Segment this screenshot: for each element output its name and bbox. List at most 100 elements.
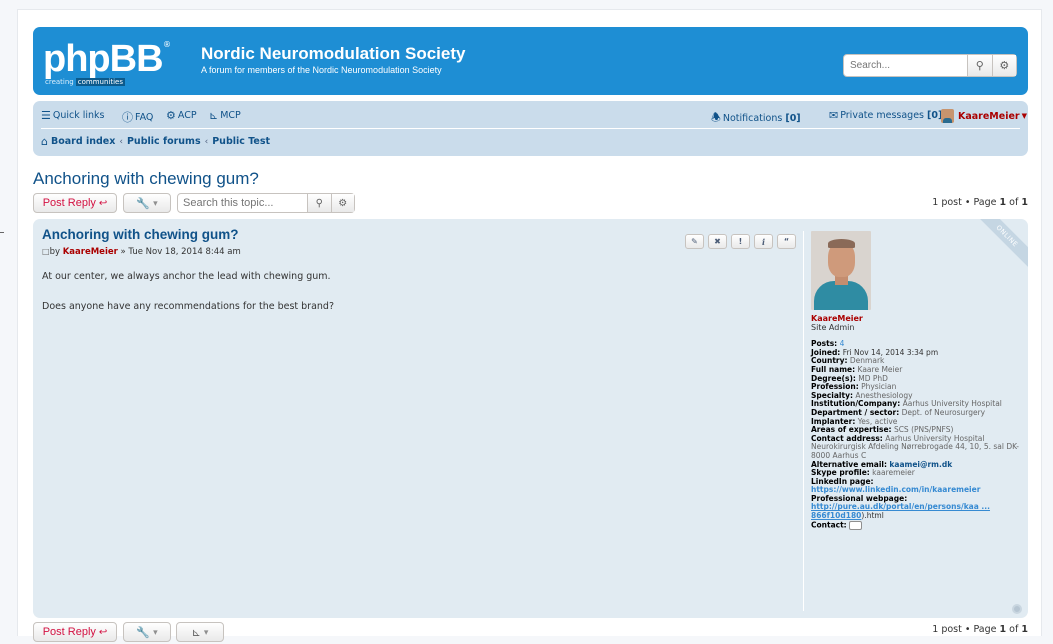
navbar-top: ☰ Quick links ⓘ FAQ ⚙ ACP ⊾ MCP 🕭 Notifi… — [41, 109, 1027, 128]
post-reply-label: Post Reply — [42, 626, 96, 638]
quick-links-menu[interactable]: ☰ Quick links — [41, 109, 105, 122]
mcp-link[interactable]: ⊾ MCP — [209, 109, 241, 122]
profile-field-value: Dept. of Neurosurgery — [901, 407, 986, 417]
post-author-name[interactable]: KaareMeier — [63, 247, 118, 257]
profile-webpage-link[interactable]: http://pure.au.dk/portal/en/persons/kaa … — [811, 502, 990, 520]
profile-rank: Site Admin — [811, 322, 855, 332]
advanced-search-button[interactable]: ⚙ — [991, 55, 1016, 76]
info-icon: i — [761, 236, 766, 247]
avatar-shirt — [814, 281, 868, 310]
notifications-count: [0] — [785, 113, 801, 124]
quick-links-label: Quick links — [52, 110, 105, 121]
post-reply-label: Post Reply — [42, 197, 96, 209]
topic-tools-button[interactable]: 🔧 ▾ — [123, 193, 171, 213]
post-author-line: □by KaareMeier » Tue Nov 18, 2014 8:44 a… — [42, 247, 241, 257]
logo-text: phpBB — [43, 38, 164, 80]
nav-username: KaareMeier — [958, 110, 1020, 122]
post-by-label: by — [49, 247, 60, 257]
notifications-link[interactable]: 🕭 Notifications [0] — [711, 109, 801, 128]
back-to-top-button[interactable] — [1012, 604, 1022, 614]
breadcrumb-public-forums[interactable]: Public forums — [127, 136, 201, 147]
acp-link[interactable]: ⚙ ACP — [166, 109, 197, 122]
pagination-total: 1 — [1021, 197, 1028, 208]
topic-tools-button[interactable]: 🔧 ▾ — [123, 622, 171, 642]
envelope-icon: ✉ — [829, 109, 839, 122]
gear-icon: ⚙ — [338, 197, 348, 209]
reply-arrow-icon: ↩ — [98, 197, 108, 209]
navbar: ☰ Quick links ⓘ FAQ ⚙ ACP ⊾ MCP 🕭 Notifi… — [33, 101, 1028, 156]
exclamation-icon: ! — [738, 237, 743, 246]
avatar-hair — [828, 239, 855, 248]
info-post-button[interactable]: i — [754, 234, 773, 249]
search-icon: ⚲ — [975, 59, 984, 72]
pagination-top: 1 post • Page 1 of 1 — [932, 197, 1028, 208]
notifications-label: Notifications — [722, 113, 783, 124]
pagination-prefix: 1 post • Page — [932, 624, 997, 635]
private-messages-label: Private messages — [840, 110, 925, 121]
acp-label: ACP — [177, 110, 197, 121]
quote-icon: “ — [783, 237, 790, 246]
home-icon: ⌂ — [41, 135, 48, 148]
pagination-current: 1 — [999, 197, 1007, 208]
report-post-button[interactable]: ! — [731, 234, 750, 249]
gear-icon: ⚙ — [999, 59, 1010, 72]
post-paragraph: At our center, we always anchor the lead… — [42, 271, 331, 282]
profile-webpage-suffix: ).html — [861, 511, 884, 521]
breadcrumb-separator-icon: ‹ — [119, 136, 123, 147]
profile-field-label: Contact: — [811, 520, 847, 530]
edit-post-button[interactable]: ✎ — [685, 234, 704, 249]
post-reply-button[interactable]: Post Reply ↩ — [33, 193, 117, 213]
post-profile: KaareMeier Site Admin Posts: 4 Joined: F… — [803, 231, 1023, 611]
logo-tagline-communities: communities — [75, 78, 125, 86]
post-paragraph: Does anyone have any recommendations for… — [42, 301, 334, 312]
profile-webpage: Professional webpage: http://pure.au.dk/p… — [811, 494, 1023, 521]
site-title[interactable]: Nordic Neuromodulation Society — [201, 44, 465, 64]
pagination-of: of — [1009, 197, 1019, 208]
pagination-current: 1 — [999, 624, 1007, 635]
navbar-divider — [41, 128, 1020, 129]
delete-post-button[interactable]: ✖ — [708, 234, 727, 249]
cogs-icon: ⚙ — [166, 109, 176, 122]
chat-bubble-icon[interactable] — [849, 520, 863, 530]
pagination-bottom: 1 post • Page 1 of 1 — [932, 624, 1028, 635]
header-search-button[interactable]: ⚲ — [967, 55, 992, 76]
pencil-icon: ✎ — [691, 237, 698, 246]
quick-mod-tools-button[interactable]: ⊾ ▾ — [176, 622, 224, 642]
breadcrumb: ⌂ Board index ‹ Public forums ‹ Public T… — [41, 135, 270, 148]
breadcrumb-board-index[interactable]: Board index — [51, 136, 115, 147]
gavel-icon: ⊾ — [209, 109, 219, 122]
site-logo[interactable]: phpBB ® creating communities — [43, 37, 183, 87]
faq-link[interactable]: ⓘ FAQ — [122, 109, 153, 125]
wrench-icon: 🔧 — [136, 626, 151, 639]
post-date: » Tue Nov 18, 2014 8:44 am — [120, 247, 241, 257]
post-reply-button[interactable]: Post Reply ↩ — [33, 622, 117, 642]
topic-search-button[interactable]: ⚲ — [307, 194, 331, 212]
user-avatar-small — [941, 109, 954, 123]
close-icon: ✖ — [714, 237, 721, 246]
private-messages-link[interactable]: ✉ Private messages [0] — [829, 109, 942, 122]
profile-linkedin: LinkedIn page: https://www.linkedin.com/i… — [811, 477, 1023, 495]
faq-label: FAQ — [135, 111, 154, 123]
quote-post-button[interactable]: “ — [777, 234, 796, 249]
user-menu[interactable]: KaareMeier ▼ — [941, 109, 1027, 123]
breadcrumb-public-test[interactable]: Public Test — [212, 136, 270, 147]
bell-icon: 🕭 — [711, 111, 721, 124]
mcp-label: MCP — [220, 110, 241, 121]
post-buttons: ✎ ✖ ! i “ — [685, 234, 796, 249]
profile-field-value: kaaremeier — [872, 468, 915, 478]
page-wrapper: phpBB ® creating communities Nordic Neuro… — [17, 9, 1042, 642]
topic-advanced-search-button[interactable]: ⚙ — [330, 194, 354, 212]
header-search-input[interactable] — [844, 55, 967, 76]
caret-down-icon: ▼ — [1021, 112, 1027, 120]
caret-down-icon: ▾ — [153, 197, 158, 208]
topic-title[interactable]: Anchoring with chewing gum? — [33, 169, 259, 189]
topic-search-input[interactable] — [178, 194, 307, 212]
profile-avatar[interactable] — [811, 231, 871, 310]
logo-registered-mark: ® — [163, 40, 171, 49]
pagination-of: of — [1009, 624, 1019, 635]
profile-contact: Contact: — [811, 520, 1023, 530]
logo-tagline-creating: creating — [45, 78, 74, 86]
post-title[interactable]: Anchoring with chewing gum? — [42, 227, 239, 242]
profile-contact-address: Contact address: Aarhus University Hospi… — [811, 434, 1023, 461]
site-header: phpBB ® creating communities Nordic Neuro… — [33, 27, 1028, 95]
